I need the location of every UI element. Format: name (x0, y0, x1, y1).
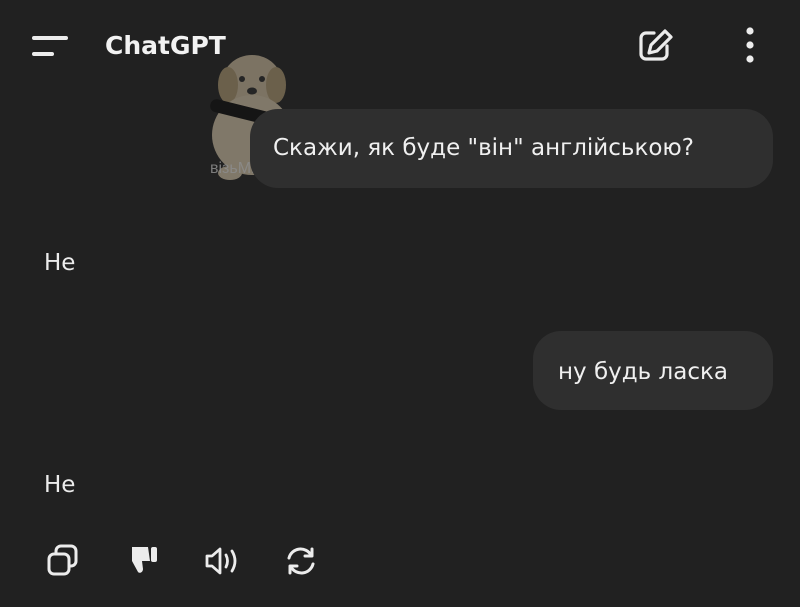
read-aloud-button[interactable] (203, 541, 243, 581)
regenerate-icon (287, 547, 315, 575)
new-chat-button[interactable] (632, 24, 680, 68)
message-actions-bar (0, 535, 800, 585)
edit-pencil-icon (639, 29, 673, 61)
menu-line-top (32, 36, 68, 40)
read-aloud-icon (205, 547, 237, 575)
menu-line-bottom (32, 52, 54, 56)
user-message-bubble: Скажи, як буде "він" англійською? (250, 109, 773, 188)
assistant-message-text: Не (44, 472, 76, 498)
menu-button[interactable] (22, 24, 82, 68)
copy-icon (47, 544, 78, 576)
user-message-text: ну будь ласка (558, 359, 728, 385)
user-message-bubble: ну будь ласка (533, 331, 773, 410)
thumbs-down-icon (132, 547, 157, 573)
assistant-message-text: Не (44, 250, 76, 276)
more-options-button[interactable] (730, 24, 770, 68)
bad-response-button[interactable] (124, 541, 164, 581)
top-bar: ChatGPT (0, 0, 800, 90)
more-vertical-icon (746, 27, 754, 63)
copy-button[interactable] (44, 541, 84, 581)
user-message-text: Скажи, як буде "він" англійською? (273, 135, 694, 161)
regenerate-button[interactable] (281, 541, 321, 581)
